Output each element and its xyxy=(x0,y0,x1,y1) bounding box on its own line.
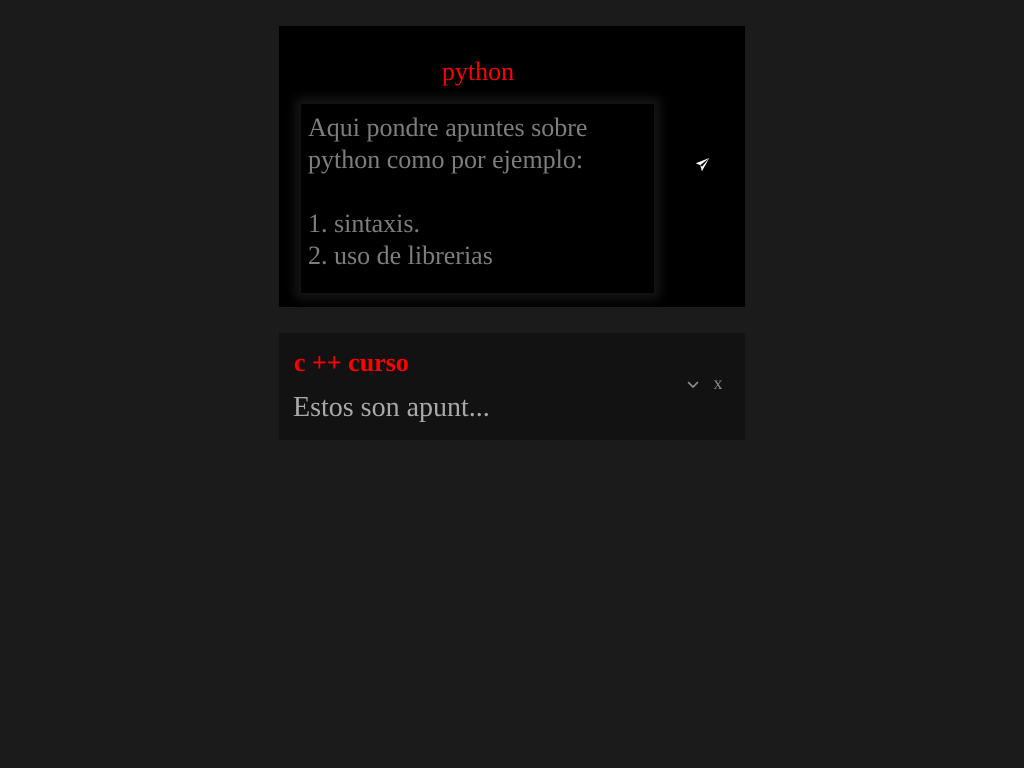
note-preview: Estos son apunt... xyxy=(293,392,490,423)
notes-app: python c ++ curso Estos son apunt... x xyxy=(0,0,1024,768)
editor-title[interactable]: python xyxy=(279,57,677,87)
note-content-textarea[interactable] xyxy=(301,104,654,293)
chevron-down-icon xyxy=(687,381,699,389)
delete-note-button[interactable]: x xyxy=(710,371,726,395)
note-card[interactable]: c ++ curso Estos son apunt... x xyxy=(279,333,745,440)
note-editor: python xyxy=(279,26,745,307)
paper-plane-icon xyxy=(695,157,710,172)
expand-note-button[interactable] xyxy=(684,376,702,394)
note-title[interactable]: c ++ curso xyxy=(294,347,409,379)
save-note-button[interactable] xyxy=(689,151,715,177)
